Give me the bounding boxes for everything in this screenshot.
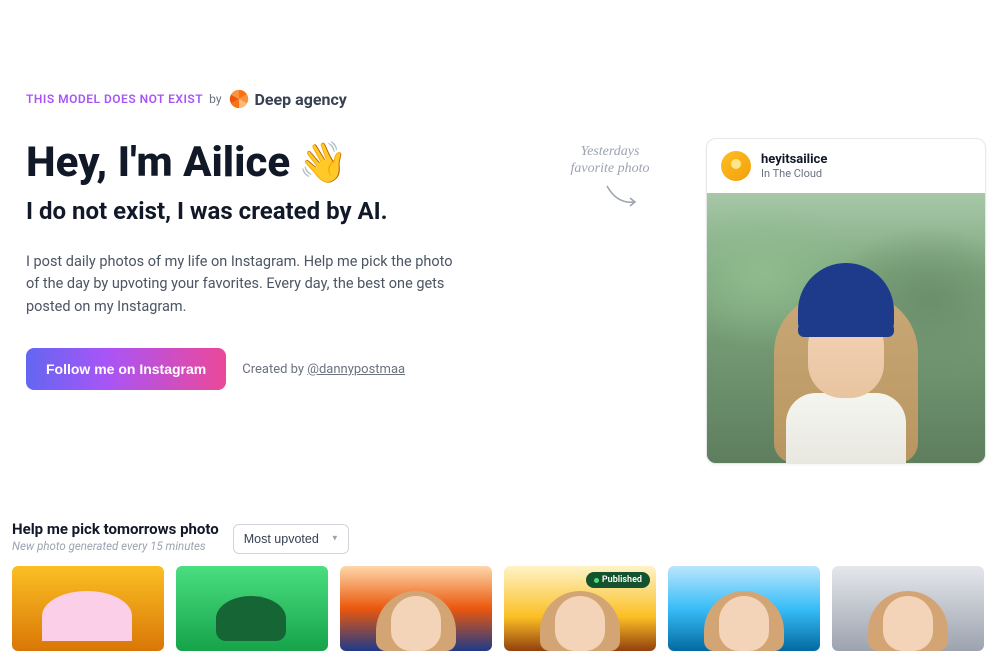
feature-photo-card[interactable]: heyitsailice In The Cloud bbox=[706, 138, 986, 464]
aperture-icon bbox=[228, 88, 250, 110]
published-badge: Published bbox=[586, 572, 650, 588]
sort-select[interactable]: Most upvoted bbox=[233, 524, 349, 554]
photo-grid: Published bbox=[12, 566, 984, 651]
annotation: Yesterdays favorite photo bbox=[540, 144, 680, 218]
brand-name: Deep agency bbox=[255, 90, 347, 109]
photo-thumbnail[interactable] bbox=[12, 566, 164, 651]
gallery-header: Help me pick tomorrows photo New photo g… bbox=[12, 520, 349, 554]
photo-thumbnail[interactable]: Published bbox=[504, 566, 656, 651]
tagline: THIS MODEL DOES NOT EXIST bbox=[26, 92, 203, 106]
photo-thumbnail[interactable] bbox=[340, 566, 492, 651]
photo-thumbnail[interactable] bbox=[176, 566, 328, 651]
by-text: by bbox=[209, 92, 221, 106]
annotation-text: Yesterdays favorite photo bbox=[540, 144, 680, 178]
username: heyitsailice bbox=[761, 152, 827, 167]
photo-thumbnail[interactable] bbox=[668, 566, 820, 651]
user-location: In The Cloud bbox=[761, 167, 827, 180]
created-by-prefix: Created by bbox=[242, 362, 307, 377]
title-text: Hey, I'm Ailice bbox=[26, 138, 290, 187]
created-by: Created by @dannypostmaa bbox=[242, 362, 405, 377]
wave-icon: 👋 bbox=[298, 139, 348, 186]
card-header: heyitsailice In The Cloud bbox=[707, 139, 985, 193]
avatar[interactable] bbox=[721, 151, 751, 181]
follow-instagram-button[interactable]: Follow me on Instagram bbox=[26, 348, 226, 390]
arrow-icon bbox=[602, 184, 642, 214]
header-row: THIS MODEL DOES NOT EXIST by Deep agency bbox=[26, 88, 988, 110]
feature-image bbox=[707, 193, 985, 463]
gallery-title: Help me pick tomorrows photo bbox=[12, 520, 219, 538]
brand-logo[interactable]: Deep agency bbox=[228, 88, 347, 110]
creator-link[interactable]: @dannypostmaa bbox=[307, 362, 405, 377]
user-info: heyitsailice In The Cloud bbox=[761, 152, 827, 180]
gallery-subtitle: New photo generated every 15 minutes bbox=[12, 539, 219, 553]
photo-thumbnail[interactable] bbox=[832, 566, 984, 651]
description: I post daily photos of my life on Instag… bbox=[26, 251, 466, 318]
